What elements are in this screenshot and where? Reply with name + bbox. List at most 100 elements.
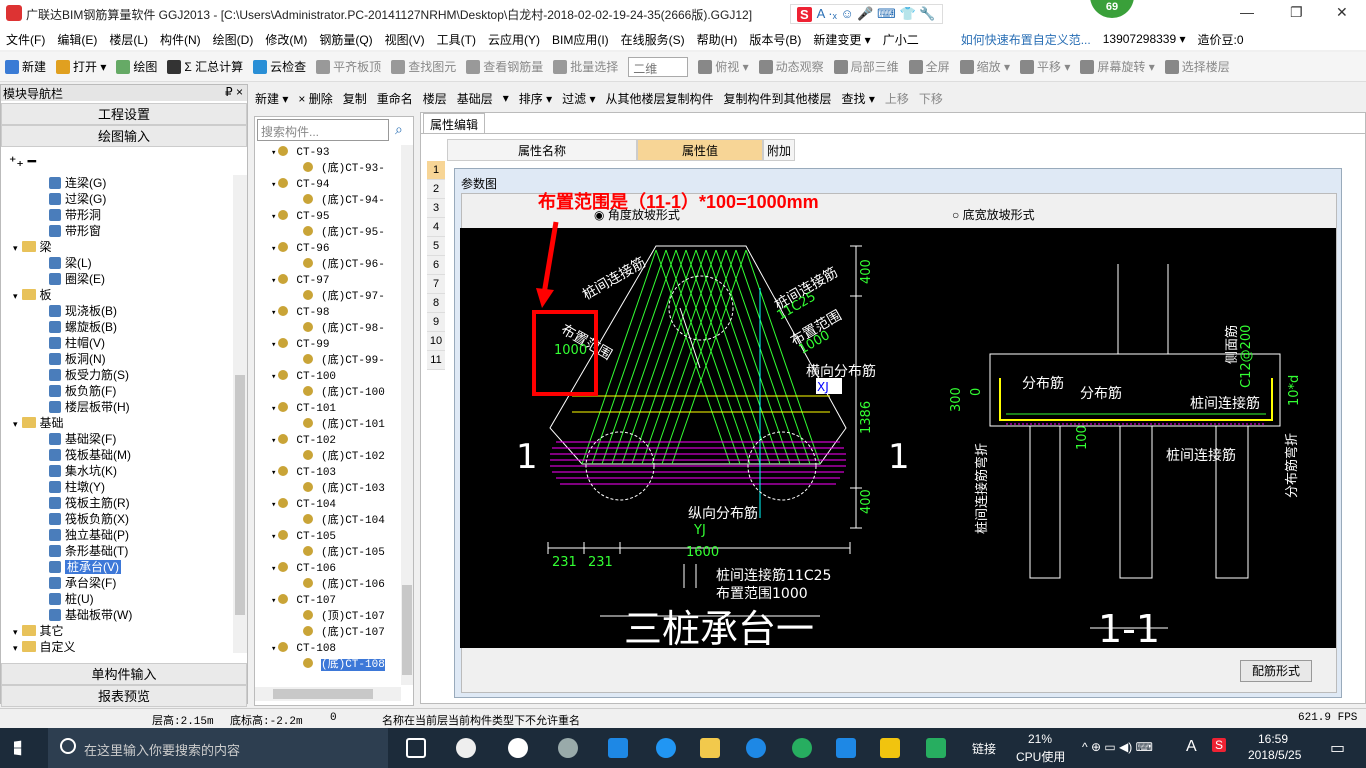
chevron-down-icon[interactable]: ▾	[271, 596, 276, 606]
tree-item[interactable]: 承台梁(F)	[1, 575, 233, 591]
menu-item[interactable]: 13907298339 ▾	[1097, 32, 1192, 46]
toolbar-button[interactable]: 查看钢筋量	[461, 58, 548, 75]
chevron-down-icon[interactable]: ▾	[271, 372, 276, 382]
component-list-item[interactable]: ▾ CT-102	[255, 433, 401, 449]
list-scrollbar[interactable]	[401, 145, 413, 685]
menu-item[interactable]: 工具(T)	[431, 31, 482, 48]
component-list-item[interactable]: ▾ CT-95	[255, 209, 401, 225]
tree-item[interactable]: 条形基础(T)	[1, 543, 233, 559]
chevron-down-icon[interactable]: ▾	[13, 643, 18, 653]
chevron-down-icon[interactable]: ▾	[13, 627, 18, 637]
single-component-input-button[interactable]: 单构件输入	[1, 663, 247, 685]
chevron-down-icon[interactable]: ▾	[271, 244, 276, 254]
component-list-item[interactable]: ▾ CT-97	[255, 273, 401, 289]
component-list-item[interactable]: ▾ CT-104	[255, 497, 401, 513]
component-list-item[interactable]: ▾ CT-100	[255, 369, 401, 385]
toolbar-button[interactable]: 二维	[623, 56, 693, 77]
row-number[interactable]: 5	[427, 237, 445, 256]
row-number[interactable]: 1	[427, 161, 445, 180]
chevron-down-icon[interactable]: ▾	[13, 291, 18, 301]
component-toolbar-button[interactable]: 基础层	[452, 90, 498, 107]
component-list-item[interactable]: ▾ CT-94	[255, 177, 401, 193]
component-list-item[interactable]: (底)CT-101	[255, 417, 401, 433]
toolbar-button[interactable]: 选择楼层	[1160, 58, 1235, 75]
tree-item[interactable]: 带形洞	[1, 207, 233, 223]
component-toolbar-button[interactable]: 上移	[880, 90, 914, 107]
tray-link[interactable]: 链接	[972, 740, 996, 757]
chevron-down-icon[interactable]: ▾	[271, 436, 276, 446]
chevron-down-icon[interactable]: ▾	[271, 308, 276, 318]
expand-collapse-icon[interactable]: ⁺₊ ━	[1, 147, 247, 173]
menu-item[interactable]: 帮助(H)	[691, 31, 744, 48]
component-list-item[interactable]: ▾ CT-96	[255, 241, 401, 257]
component-list-item[interactable]: (底)CT-108	[255, 657, 401, 673]
menu-item[interactable]: 构件(N)	[154, 31, 207, 48]
component-tree[interactable]: 连梁(G) 过梁(G) 带形洞 带形窗 ▾ 梁梁(L) 圈梁(E) ▾ 板现浇板(B) 螺旋板(B…	[1, 175, 233, 653]
menu-item[interactable]: 广小二	[877, 31, 925, 48]
tree-item[interactable]: 螺旋板(B)	[1, 319, 233, 335]
tree-item[interactable]: 现浇板(B)	[1, 303, 233, 319]
clock-date[interactable]: 2018/5/25	[1248, 748, 1301, 762]
toolbar-button[interactable]: 查找图元	[386, 58, 461, 75]
toolbar-button[interactable]: 平齐板顶	[311, 58, 386, 75]
component-list-item[interactable]: (底)CT-103	[255, 481, 401, 497]
notifications-icon[interactable]: ▭	[1330, 738, 1345, 758]
menu-item[interactable]: 钢筋量(Q)	[313, 31, 378, 48]
tree-item[interactable]: 楼层板带(H)	[1, 399, 233, 415]
tree-folder[interactable]: ▾ 基础	[1, 415, 233, 431]
tree-item[interactable]: 带形窗	[1, 223, 233, 239]
chevron-down-icon[interactable]: ▾	[271, 148, 276, 158]
col-property-value[interactable]: 属性值	[637, 139, 763, 161]
menu-item[interactable]: 云应用(Y)	[482, 31, 546, 48]
draw-input-button[interactable]: 绘图输入	[1, 125, 247, 147]
component-list-item[interactable]: (底)CT-94-	[255, 193, 401, 209]
tree-item[interactable]: 筏板基础(M)	[1, 447, 233, 463]
tree-item[interactable]: 筏板负筋(X)	[1, 511, 233, 527]
component-list-item[interactable]: ▾ CT-99	[255, 337, 401, 353]
component-list-item[interactable]: (底)CT-105	[255, 545, 401, 561]
tree-folder[interactable]: ▾ 板	[1, 287, 233, 303]
menu-item[interactable]: 楼层(L)	[103, 31, 154, 48]
component-toolbar-button[interactable]: 新建 ▾	[250, 90, 293, 107]
row-number[interactable]: 2	[427, 180, 445, 199]
minimize-button[interactable]: —	[1240, 4, 1254, 20]
row-number[interactable]: 9	[427, 313, 445, 332]
component-list-item[interactable]: (底)CT-107	[255, 625, 401, 641]
tree-item[interactable]: 板洞(N)	[1, 351, 233, 367]
component-list-item[interactable]: ▾ CT-103	[255, 465, 401, 481]
reinforcement-form-button[interactable]: 配筋形式	[1240, 660, 1312, 682]
row-number[interactable]: 11	[427, 351, 445, 370]
clock-time[interactable]: 16:59	[1258, 732, 1288, 746]
tree-item[interactable]: 柱帽(V)	[1, 335, 233, 351]
component-list-item[interactable]: (底)CT-95-	[255, 225, 401, 241]
close-button[interactable]: ✕	[1336, 4, 1348, 21]
component-toolbar-button[interactable]: 排序 ▾	[514, 90, 557, 107]
toolbar-button[interactable]: 局部三维	[829, 58, 904, 75]
tree-item[interactable]: 集水坑(K)	[1, 463, 233, 479]
col-add[interactable]: 附加	[763, 139, 795, 161]
component-toolbar-button[interactable]: ▾	[498, 91, 514, 105]
component-toolbar-button[interactable]: 查找 ▾	[837, 90, 880, 107]
component-toolbar-button[interactable]: 重命名	[372, 90, 418, 107]
ie-legacy-icon[interactable]	[508, 738, 528, 758]
component-list-item[interactable]: ▾ CT-107	[255, 593, 401, 609]
chevron-down-icon[interactable]: ▾	[271, 644, 276, 654]
component-toolbar-button[interactable]: 下移	[914, 90, 948, 107]
component-toolbar-button[interactable]: 复制	[338, 90, 372, 107]
radio-bottom-width-slope[interactable]: ○ 底宽放坡形式	[952, 206, 1035, 223]
component-toolbar-button[interactable]: 从其他楼层复制构件	[601, 90, 719, 107]
tree-item[interactable]: 板负筋(F)	[1, 383, 233, 399]
component-toolbar-button[interactable]: 复制构件到其他楼层	[719, 90, 837, 107]
tree-item[interactable]: 圈梁(E)	[1, 271, 233, 287]
component-list-item[interactable]: (底)CT-93-	[255, 161, 401, 177]
chevron-down-icon[interactable]: ▾	[271, 340, 276, 350]
report-preview-button[interactable]: 报表预览	[1, 685, 247, 707]
chevron-down-icon[interactable]: ▾	[271, 500, 276, 510]
tree-item[interactable]: 过梁(G)	[1, 191, 233, 207]
menu-item[interactable]: 如何快速布置自定义范...	[955, 31, 1097, 48]
menu-item[interactable]: 编辑(E)	[51, 31, 103, 48]
tree-folder[interactable]: ▾ 其它	[1, 623, 233, 639]
component-list-item[interactable]: (底)CT-96-	[255, 257, 401, 273]
chevron-down-icon[interactable]: ▾	[271, 212, 276, 222]
component-list-item[interactable]: ▾ CT-108	[255, 641, 401, 657]
